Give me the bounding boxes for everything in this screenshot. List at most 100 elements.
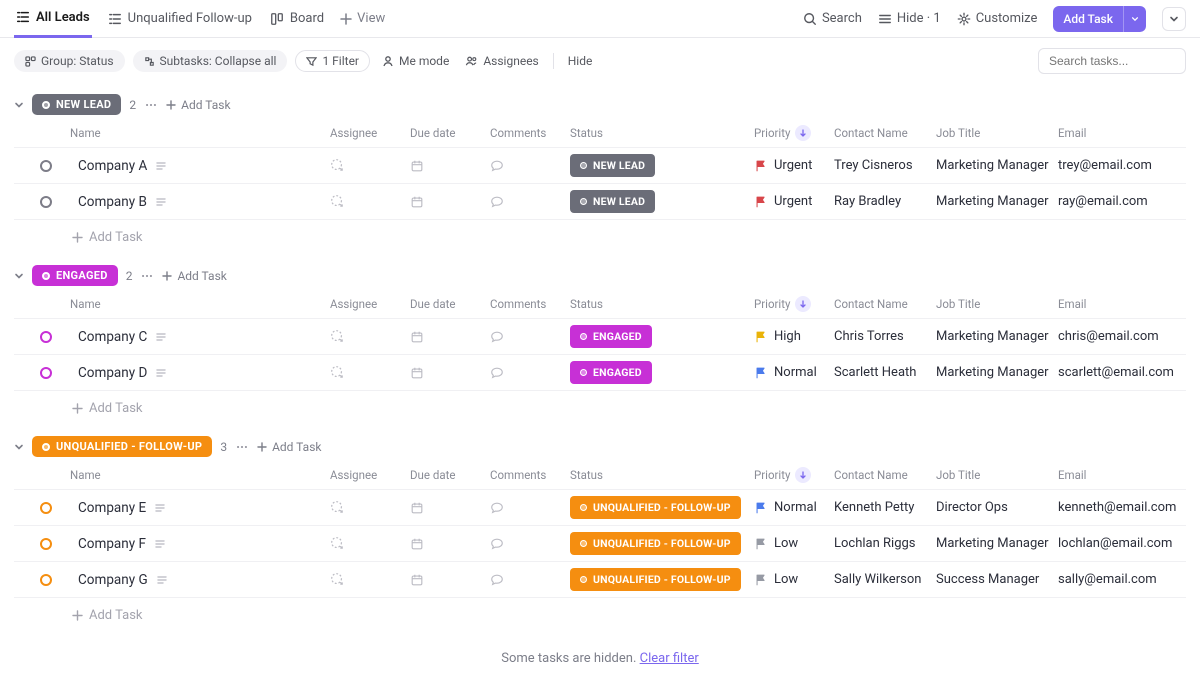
clear-filter-link[interactable]: Clear filter — [640, 651, 699, 666]
assignee-cell[interactable] — [330, 194, 410, 209]
priority-cell[interactable]: Low — [754, 536, 834, 551]
col-status[interactable]: Status — [570, 126, 754, 140]
tab-all-leads[interactable]: All Leads — [14, 0, 92, 38]
col-assignee[interactable]: Assignee — [330, 297, 410, 311]
email-cell[interactable]: ray@email.com — [1058, 194, 1166, 209]
assignee-cell[interactable] — [330, 536, 410, 551]
job-title-cell[interactable]: Success Manager — [936, 572, 1058, 587]
row-status-dot[interactable] — [40, 538, 52, 550]
col-name[interactable]: Name — [70, 297, 330, 311]
group-status-tag[interactable]: UNQUALIFIED - FOLLOW-UP — [32, 436, 212, 457]
hide-fields-button[interactable]: Hide · 1 — [878, 11, 941, 26]
email-cell[interactable]: chris@email.com — [1058, 329, 1166, 344]
row-status-dot[interactable] — [40, 331, 52, 343]
add-view-button[interactable]: View — [340, 11, 385, 26]
status-badge[interactable]: UNQUALIFIED - FOLLOW-UP — [570, 496, 741, 519]
col-contact-name[interactable]: Contact Name — [834, 468, 936, 482]
job-title-cell[interactable]: Marketing Manager — [936, 365, 1058, 380]
status-badge[interactable]: UNQUALIFIED - FOLLOW-UP — [570, 532, 741, 555]
assignee-cell[interactable] — [330, 572, 410, 587]
contact-name-cell[interactable]: Scarlett Heath — [834, 365, 936, 380]
assignee-cell[interactable] — [330, 365, 410, 380]
add-task-row-button[interactable]: Add Task — [14, 390, 1186, 426]
priority-cell[interactable]: Normal — [754, 500, 834, 515]
col-name[interactable]: Name — [70, 126, 330, 140]
comments-cell[interactable] — [490, 159, 570, 173]
task-name[interactable]: Company E — [78, 500, 146, 516]
table-row[interactable]: Company F UNQUALIFIED - FOLLOW-UP LowLochl… — [14, 525, 1186, 561]
due-date-cell[interactable] — [410, 537, 490, 551]
due-date-cell[interactable] — [410, 573, 490, 587]
due-date-cell[interactable] — [410, 195, 490, 209]
row-status-dot[interactable] — [40, 367, 52, 379]
tab-board[interactable]: Board — [268, 0, 326, 38]
email-cell[interactable]: lochlan@email.com — [1058, 536, 1166, 551]
status-badge[interactable]: NEW LEAD — [570, 154, 655, 177]
col-priority[interactable]: Priority — [754, 467, 834, 483]
status-badge[interactable]: ENGAGED — [570, 361, 652, 384]
col-comments[interactable]: Comments — [490, 126, 570, 140]
group-add-task-button[interactable]: Add Task — [257, 440, 321, 454]
col-assignee[interactable]: Assignee — [330, 468, 410, 482]
comments-cell[interactable] — [490, 195, 570, 209]
task-name[interactable]: Company F — [78, 536, 146, 552]
col-comments[interactable]: Comments — [490, 297, 570, 311]
email-cell[interactable]: scarlett@email.com — [1058, 365, 1166, 380]
status-badge[interactable]: NEW LEAD — [570, 190, 655, 213]
task-name[interactable]: Company C — [78, 329, 147, 345]
more-options-button[interactable] — [1162, 7, 1186, 31]
contact-name-cell[interactable]: Chris Torres — [834, 329, 936, 344]
priority-cell[interactable]: Low — [754, 572, 834, 587]
col-job-title[interactable]: Job Title — [936, 468, 1058, 482]
collapse-toggle[interactable] — [14, 100, 24, 110]
table-row[interactable]: Company EUNQUALIFIED - FOLLOW-UPNormalKe… — [14, 489, 1186, 525]
col-email[interactable]: Email — [1058, 126, 1166, 140]
group-by-chip[interactable]: Group: Status — [14, 50, 125, 72]
group-more-button[interactable] — [235, 440, 249, 454]
col-priority[interactable]: Priority — [754, 125, 834, 141]
group-status-tag[interactable]: NEW LEAD — [32, 94, 121, 115]
collapse-toggle[interactable] — [14, 271, 24, 281]
add-task-primary-button[interactable]: Add Task — [1053, 6, 1146, 32]
task-name[interactable]: Company B — [78, 194, 147, 210]
add-task-row-button[interactable]: Add Task — [14, 597, 1186, 633]
assignees-button[interactable]: Assignees — [461, 51, 542, 71]
subtasks-chip[interactable]: Subtasks: Collapse all — [133, 50, 288, 72]
group-add-task-button[interactable]: Add Task — [166, 98, 230, 112]
col-contact-name[interactable]: Contact Name — [834, 126, 936, 140]
row-status-dot[interactable] — [40, 574, 52, 586]
group-status-tag[interactable]: ENGAGED — [32, 265, 118, 286]
add-task-row-button[interactable]: Add Task — [14, 219, 1186, 255]
priority-cell[interactable]: High — [754, 329, 834, 344]
col-due-date[interactable]: Due date — [410, 126, 490, 140]
table-row[interactable]: Company ANEW LEADUrgentTrey CisnerosMark… — [14, 147, 1186, 183]
due-date-cell[interactable] — [410, 330, 490, 344]
me-mode-button[interactable]: Me mode — [378, 51, 453, 71]
col-comments[interactable]: Comments — [490, 468, 570, 482]
contact-name-cell[interactable]: Lochlan Riggs — [834, 536, 936, 551]
col-job-title[interactable]: Job Title — [936, 297, 1058, 311]
table-row[interactable]: Company CENGAGEDHighChris TorresMarketin… — [14, 318, 1186, 354]
contact-name-cell[interactable]: Sally Wilkerson — [834, 572, 936, 587]
table-row[interactable]: Company DENGAGEDNormalScarlett HeathMark… — [14, 354, 1186, 390]
job-title-cell[interactable]: Marketing Manager — [936, 329, 1058, 344]
priority-cell[interactable]: Normal — [754, 365, 834, 380]
comments-cell[interactable] — [490, 573, 570, 587]
col-email[interactable]: Email — [1058, 297, 1166, 311]
due-date-cell[interactable] — [410, 159, 490, 173]
group-add-task-button[interactable]: Add Task — [162, 269, 226, 283]
row-status-dot[interactable] — [40, 502, 52, 514]
job-title-cell[interactable]: Marketing Manager — [936, 158, 1058, 173]
col-job-title[interactable]: Job Title — [936, 126, 1058, 140]
row-status-dot[interactable] — [40, 160, 52, 172]
due-date-cell[interactable] — [410, 501, 490, 515]
table-row[interactable]: Company GUNQUALIFIED - FOLLOW-UPLowSally… — [14, 561, 1186, 597]
priority-cell[interactable]: Urgent — [754, 158, 834, 173]
contact-name-cell[interactable]: Trey Cisneros — [834, 158, 936, 173]
table-row[interactable]: Company BNEW LEADUrgentRay BradleyMarket… — [14, 183, 1186, 219]
email-cell[interactable]: trey@email.com — [1058, 158, 1166, 173]
filter-chip[interactable]: 1 Filter — [295, 50, 370, 72]
search-tasks-input[interactable] — [1038, 48, 1186, 74]
job-title-cell[interactable]: Director Ops — [936, 500, 1058, 515]
group-more-button[interactable] — [144, 98, 158, 112]
